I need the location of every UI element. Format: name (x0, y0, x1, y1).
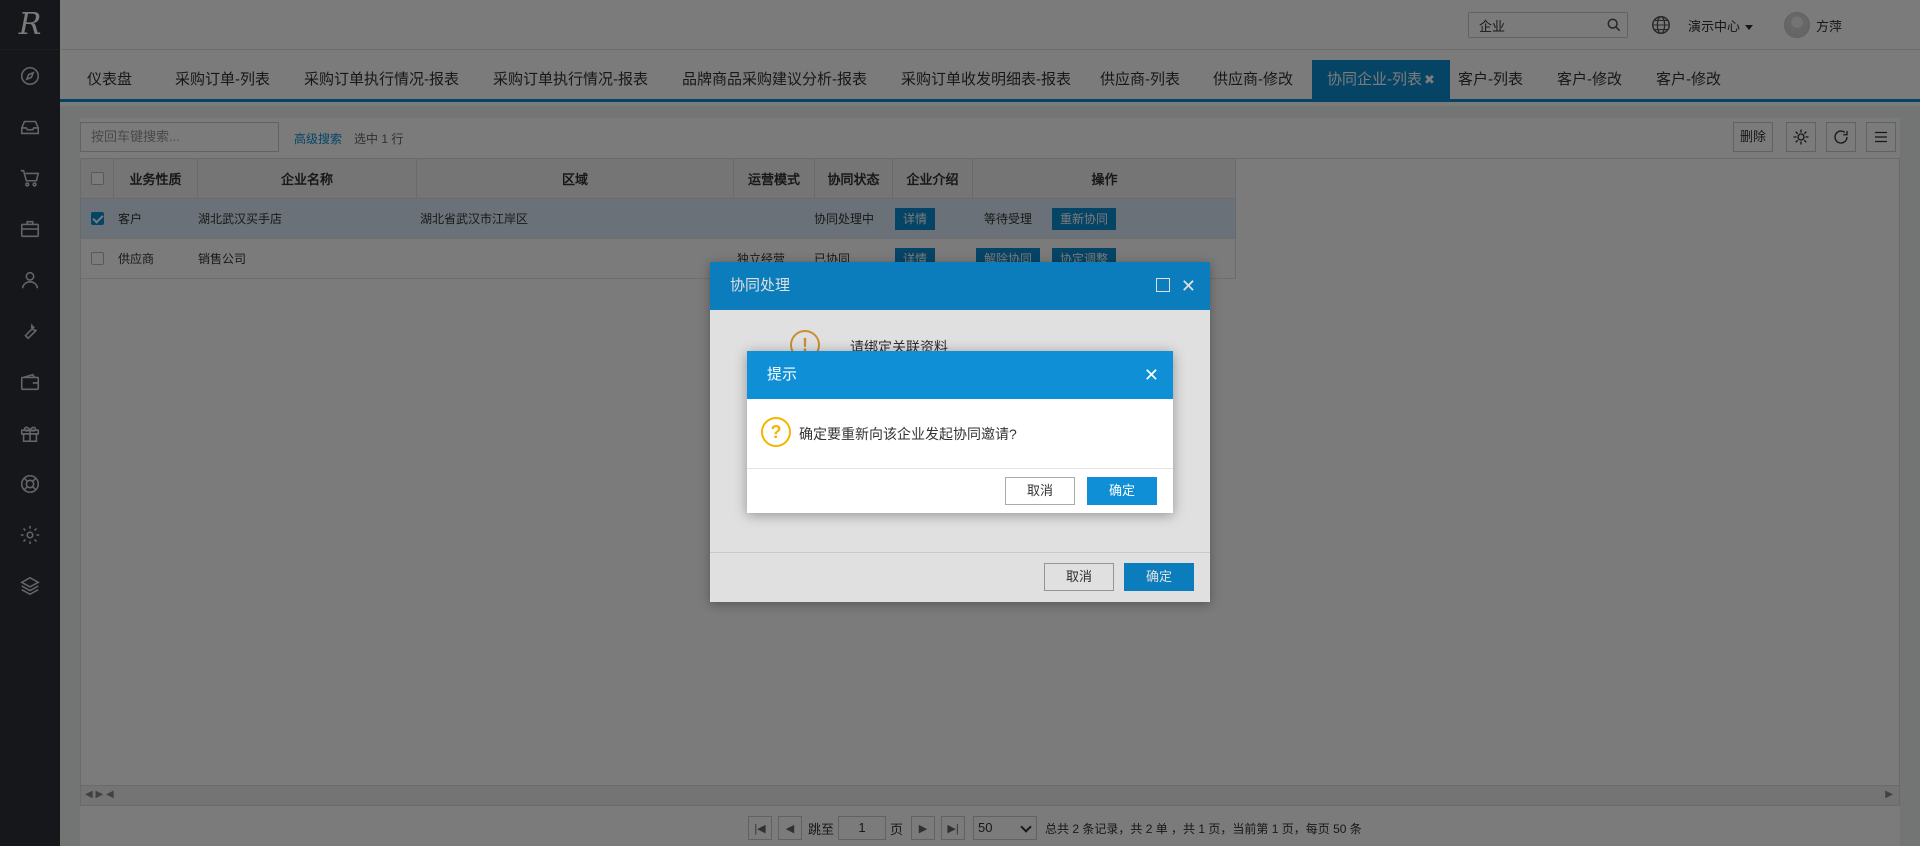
confirm-dialog: 提示 ✕ ? 确定要重新向该企业发起协同邀请? 取消 确定 (747, 351, 1173, 513)
close-icon[interactable]: ✕ (1144, 351, 1159, 399)
divider (747, 468, 1173, 469)
dialog-title: 提示 (767, 366, 798, 383)
question-icon: ? (761, 417, 791, 447)
confirm-button[interactable]: 确定 (1087, 477, 1157, 505)
cancel-button[interactable]: 取消 (1005, 477, 1075, 505)
dialog-header: 提示 ✕ (747, 351, 1173, 399)
dialog-message: 确定要重新向该企业发起协同邀请? (799, 426, 1017, 442)
